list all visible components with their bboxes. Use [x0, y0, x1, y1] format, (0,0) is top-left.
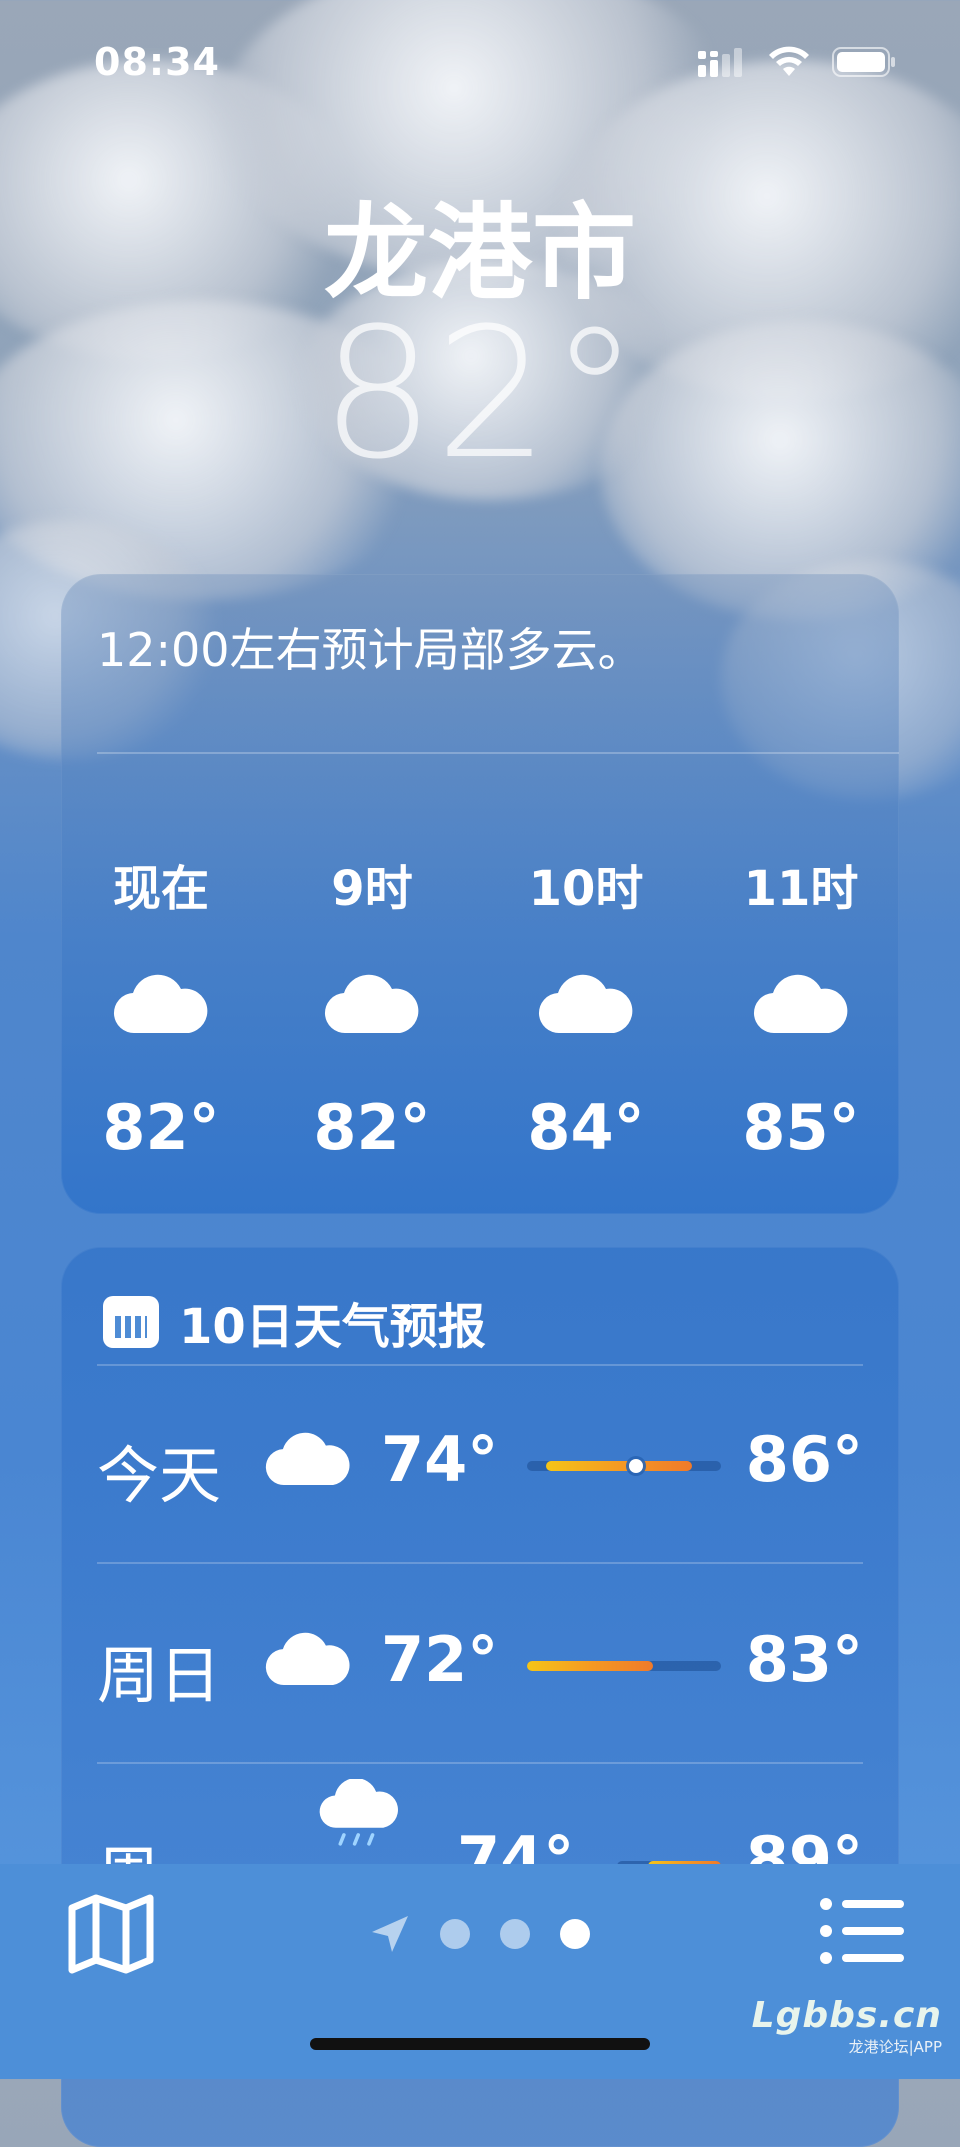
- hour-label: 现在: [112, 861, 209, 917]
- temperature-range-bar: [527, 1661, 721, 1671]
- row-divider: [97, 1762, 863, 1764]
- hour-temperature: 84°: [527, 1091, 645, 1164]
- daily-title: 10日天气预报: [179, 1299, 486, 1355]
- watermark-logo: Lgbbs.cn 龙港论坛|APP: [752, 1995, 942, 2057]
- hourly-forecast-card[interactable]: 12:00左右预计局部多云。 现在 82° 9时 82° 10时 84° 11时…: [61, 574, 899, 1214]
- hour-item: 10时 84°: [486, 849, 686, 1164]
- home-indicator[interactable]: [310, 2038, 650, 2050]
- cloud-icon: [265, 1632, 350, 1686]
- current-temperature: 82°: [320, 290, 640, 499]
- hour-label: 10时: [528, 861, 644, 917]
- day-row[interactable]: 周日 72° 83°: [97, 1587, 863, 1717]
- hour-temperature: 85°: [742, 1091, 860, 1164]
- daily-header: 10日天气预报: [103, 1287, 486, 1357]
- card-divider: [97, 752, 899, 754]
- watermark-main: Lgbbs.cn: [751, 1995, 942, 2036]
- temperature-range-bar: [527, 1459, 721, 1473]
- hour-label: 9时: [331, 861, 413, 917]
- hour-label: 11时: [743, 861, 859, 917]
- day-high-temp: 83°: [745, 1623, 863, 1696]
- temperature-range-fill: [527, 1661, 654, 1671]
- calendar-icon: [103, 1296, 159, 1348]
- day-low-temp: 74°: [381, 1423, 499, 1496]
- cloud-rain-icon: [319, 1779, 398, 1846]
- page-dot-active[interactable]: [560, 1919, 590, 1949]
- watermark-sub: 龙港论坛|APP: [848, 2038, 942, 2056]
- day-name: 今天: [97, 1439, 222, 1512]
- cloud-icon: [753, 974, 848, 1034]
- row-divider: [97, 1562, 863, 1564]
- hour-item: 现在 82°: [61, 849, 261, 1164]
- forecast-summary: 12:00左右预计局部多云。: [97, 623, 644, 677]
- page-dot[interactable]: [500, 1919, 530, 1949]
- hour-temperature: 82°: [102, 1091, 220, 1164]
- current-temp-marker: [628, 1459, 643, 1473]
- day-name: 周日: [97, 1639, 222, 1712]
- status-bar: 08:34: [0, 0, 960, 120]
- battery-icon: [832, 47, 895, 77]
- cloud-icon: [324, 974, 419, 1034]
- hour-item: 11时 85°: [701, 849, 899, 1164]
- day-row[interactable]: 今天 74° 86°: [97, 1387, 863, 1517]
- cloud-icon: [265, 1432, 350, 1486]
- row-divider: [97, 1364, 863, 1366]
- page-dot[interactable]: [440, 1919, 470, 1949]
- wifi-icon: [769, 46, 809, 76]
- cloud-icon: [538, 974, 633, 1034]
- temperature-range-fill: [546, 1461, 692, 1471]
- page-indicator[interactable]: [0, 1914, 960, 1954]
- day-low-temp: 72°: [381, 1623, 499, 1696]
- location-arrow-icon[interactable]: [370, 1914, 410, 1954]
- day-high-temp: 86°: [745, 1423, 863, 1496]
- bottom-toolbar: Lgbbs.cn 龙港论坛|APP: [0, 1864, 960, 2079]
- status-time: 08:34: [94, 40, 220, 84]
- list-icon[interactable]: [818, 1896, 906, 1966]
- hour-temperature: 82°: [313, 1091, 431, 1164]
- cellular-signal-icon: [698, 48, 742, 77]
- cloud-icon: [113, 974, 208, 1034]
- hour-item: 9时 82°: [272, 849, 472, 1164]
